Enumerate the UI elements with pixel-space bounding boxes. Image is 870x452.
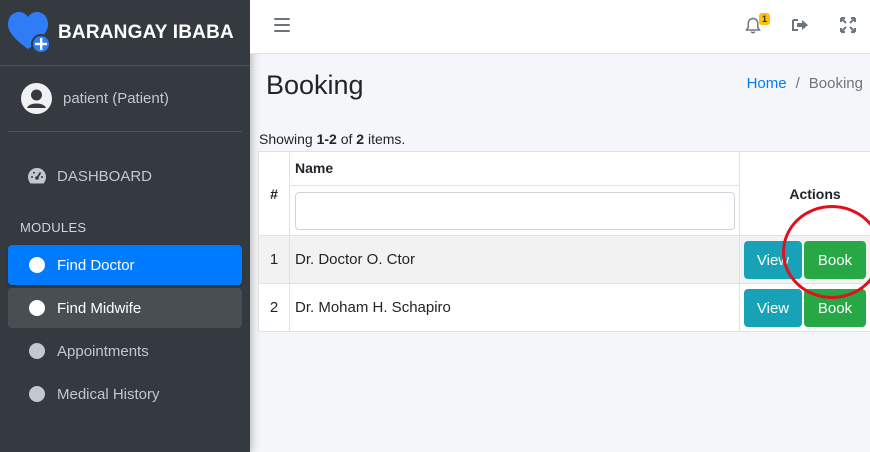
breadcrumb-current: Booking (808, 75, 863, 92)
sidebar-item-dashboard[interactable]: DASHBOARD (8, 156, 242, 196)
breadcrumb-separator: / (795, 75, 800, 92)
column-header-name[interactable]: Name (289, 151, 740, 186)
sidebar-item-appointments[interactable]: Appointments (8, 331, 242, 371)
filter-cell (289, 185, 740, 236)
sidebar-item-label: Appointments (57, 342, 149, 360)
row-actions: View Book (739, 283, 870, 332)
summary-suffix: items. (364, 131, 406, 147)
summary-total: 2 (356, 131, 365, 147)
user-panel[interactable]: patient (Patient) (8, 66, 242, 132)
sign-out-icon[interactable] (792, 17, 809, 38)
table-row: 2 Dr. Moham H. Schapiro View Book (258, 283, 870, 332)
brand-link[interactable]: BARANGAY IBABA (0, 0, 250, 66)
top-navbar: 1 (250, 0, 870, 54)
sidebar-item-label: DASHBOARD (57, 167, 153, 185)
row-number: 2 (258, 283, 290, 332)
sidebar-nav: DASHBOARD MODULES Find Doctor Find Midwi… (0, 156, 250, 414)
book-button[interactable]: Book (804, 288, 866, 327)
column-header-num: # (258, 151, 290, 236)
expand-icon[interactable] (840, 17, 856, 38)
page-title: Booking (266, 70, 364, 100)
user-name: patient (Patient) (63, 90, 169, 107)
summary-prefix: Showing (259, 131, 317, 147)
menu-icon[interactable] (274, 18, 290, 32)
circle-icon (27, 298, 47, 318)
notification-badge: 1 (759, 13, 771, 25)
sidebar-item-label: Find Doctor (57, 256, 135, 274)
table-row: 1 Dr. Doctor O. Ctor View Book (258, 235, 870, 284)
circle-icon (27, 384, 47, 404)
column-header-actions: Actions (739, 151, 870, 236)
user-circle-icon (21, 83, 52, 114)
heart-plus-icon (8, 11, 52, 55)
nav-header-modules: MODULES (20, 220, 87, 235)
grid-summary: Showing 1-2 of 2 items. (259, 131, 405, 147)
view-button[interactable]: View (744, 288, 802, 327)
circle-icon (27, 255, 47, 275)
brand-name: BARANGAY IBABA (58, 21, 234, 43)
sidebar-item-label: Medical History (57, 385, 160, 403)
view-button[interactable]: View (744, 240, 802, 279)
row-number: 1 (258, 235, 290, 284)
booking-table: # Name Actions 1 Dr. Doctor O. Ctor View… (258, 151, 870, 332)
summary-of: of (336, 131, 357, 147)
row-actions: View Book (739, 235, 870, 284)
doctor-name: Dr. Doctor O. Ctor (289, 235, 740, 284)
sidebar-item-label: Find Midwife (57, 299, 142, 317)
tachometer-icon (27, 166, 47, 186)
name-filter-input[interactable] (295, 191, 735, 230)
breadcrumb: Home / Booking (747, 75, 863, 92)
summary-range: 1-2 (316, 131, 337, 147)
sidebar-item-medical-history[interactable]: Medical History (8, 374, 242, 414)
book-button[interactable]: Book (804, 240, 866, 279)
circle-icon (27, 341, 47, 361)
column-header-name-label: Name (295, 160, 334, 176)
breadcrumb-home-link[interactable]: Home (747, 75, 787, 92)
doctor-name: Dr. Moham H. Schapiro (289, 283, 740, 332)
sidebar-item-find-midwife[interactable]: Find Midwife (8, 288, 242, 328)
sidebar: BARANGAY IBABA patient (Patient) DASHBOA… (0, 0, 250, 452)
sidebar-item-find-doctor[interactable]: Find Doctor (8, 245, 242, 285)
